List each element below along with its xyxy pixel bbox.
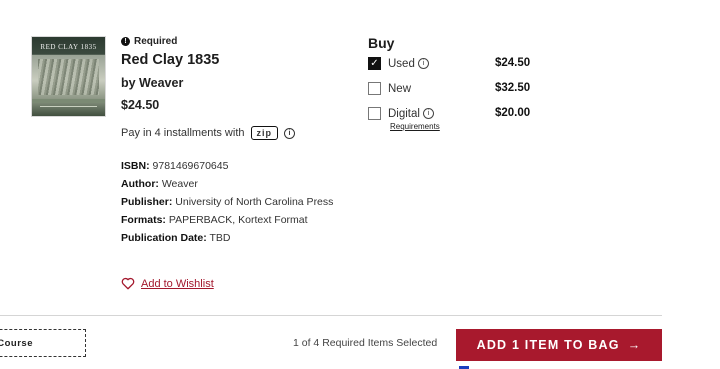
required-label: Required: [134, 36, 178, 47]
pubdate-row: Publication Date: TBD: [121, 232, 231, 244]
digital-price: $20.00: [495, 107, 531, 119]
option-new[interactable]: New: [368, 82, 411, 95]
used-checkbox[interactable]: ✓: [368, 57, 381, 70]
used-price: $24.50: [495, 57, 531, 69]
new-price: $32.50: [495, 82, 531, 94]
add-to-wishlist-link[interactable]: Add to Wishlist: [121, 277, 214, 290]
product-details: ISBN: 9781469670645 Author: Weaver Publi…: [121, 157, 333, 247]
add-to-bag-label: ADD 1 ITEM TO BAG: [476, 338, 620, 352]
add-to-bag-button[interactable]: ADD 1 ITEM TO BAG →: [456, 329, 662, 361]
isbn-row: ISBN: 9781469670645: [121, 160, 229, 172]
product-price: $24.50: [121, 98, 160, 112]
wishlist-label[interactable]: Add to Wishlist: [141, 278, 214, 290]
new-label: New: [388, 82, 412, 95]
installments-text: Pay in 4 installments with: [121, 127, 245, 139]
buy-heading: Buy: [368, 35, 395, 51]
option-used[interactable]: ✓ Used i: [368, 57, 429, 70]
digital-label: Digital: [388, 107, 420, 120]
info-icon[interactable]: i: [417, 58, 429, 69]
course-button[interactable]: Course: [0, 329, 86, 357]
author-row: Author: Weaver: [121, 178, 198, 190]
zip-logo[interactable]: zip: [250, 126, 278, 140]
alert-icon: !: [121, 37, 130, 46]
info-icon[interactable]: i: [284, 127, 295, 139]
digital-checkbox[interactable]: [368, 107, 381, 120]
selected-count-text: 1 of 4 Required Items Selected: [293, 337, 438, 349]
formats-row: Formats: PAPERBACK, Kortext Format: [121, 214, 308, 226]
cover-band: [32, 99, 105, 103]
publisher-row: Publisher: University of North Carolina …: [121, 196, 334, 208]
product-author-line: by Weaver: [121, 76, 184, 90]
used-label: Used: [388, 57, 415, 70]
cover-title: RED CLAY 1835: [40, 43, 97, 51]
arrow-right-icon: →: [627, 338, 642, 352]
option-digital[interactable]: Digital i: [368, 107, 434, 120]
footer-divider: [0, 315, 662, 316]
heart-icon: [121, 277, 135, 290]
cover-footer-line: [40, 106, 97, 107]
requirements-link[interactable]: Requirements: [390, 122, 440, 131]
cover-illustration: [38, 59, 99, 95]
book-cover-image: RED CLAY 1835: [32, 37, 105, 116]
product-title: Red Clay 1835: [121, 52, 220, 68]
required-indicator: ! Required: [121, 36, 177, 47]
installments-row: Pay in 4 installments with zip i: [121, 126, 295, 140]
new-checkbox[interactable]: [368, 82, 381, 95]
info-icon[interactable]: i: [422, 108, 434, 119]
